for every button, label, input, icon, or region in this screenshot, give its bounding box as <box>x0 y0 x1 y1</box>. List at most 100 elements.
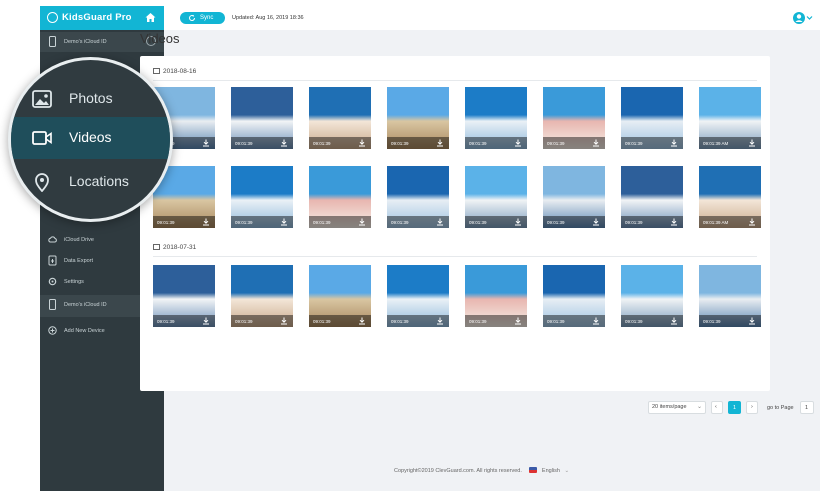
video-duration: 09:01:39 <box>157 319 175 324</box>
video-duration: 09:01:39 <box>703 319 721 324</box>
gear-icon <box>48 277 57 286</box>
download-icon[interactable] <box>436 139 444 147</box>
location-pin-icon <box>35 173 49 192</box>
video-thumbnail[interactable]: 09:01:39 <box>231 265 293 327</box>
page-title: Videos <box>140 31 180 46</box>
divider <box>153 80 757 81</box>
divider <box>153 256 757 257</box>
download-icon[interactable] <box>280 317 288 325</box>
export-icon <box>48 255 57 266</box>
video-thumbnail[interactable]: 09:01:39 <box>699 265 761 327</box>
download-icon[interactable] <box>280 218 288 226</box>
video-duration: 09:01:39 <box>625 220 643 225</box>
download-icon[interactable] <box>358 139 366 147</box>
prev-page-button[interactable]: ‹ <box>711 401 723 414</box>
goto-label: go to Page <box>767 405 794 411</box>
video-thumbnail[interactable]: 09:01:39 <box>231 87 293 149</box>
phone-icon <box>49 299 56 310</box>
sync-button[interactable]: Sync <box>180 12 225 24</box>
date-header: 2018-08-16 <box>153 68 196 75</box>
page-size-select[interactable]: 20 items/page ⌄ <box>648 401 706 415</box>
phone-icon <box>49 36 56 47</box>
photo-icon <box>32 90 52 108</box>
download-icon[interactable] <box>436 317 444 325</box>
sidebar-item-label: Photos <box>69 90 113 106</box>
video-thumbnail[interactable]: 09:01:39 <box>543 265 605 327</box>
sidebar-item-label: Settings <box>64 279 84 285</box>
download-icon[interactable] <box>592 218 600 226</box>
language-select[interactable]: English <box>542 468 560 474</box>
video-thumbnail[interactable]: 09:01:39 <box>387 265 449 327</box>
video-duration: 09:01:39 <box>625 319 643 324</box>
download-icon[interactable] <box>670 317 678 325</box>
download-icon[interactable] <box>748 218 756 226</box>
download-icon[interactable] <box>592 139 600 147</box>
download-icon[interactable] <box>748 139 756 147</box>
page-number-label: 1 <box>733 405 737 411</box>
video-duration: 09:01:39 <box>313 141 331 146</box>
video-duration: 09:01:39 <box>469 220 487 225</box>
date-label: 2018-08-16 <box>163 68 197 75</box>
updated-timestamp: Updated: Aug 16, 2019 18:36 <box>232 15 304 21</box>
download-icon[interactable] <box>514 317 522 325</box>
user-avatar-icon[interactable] <box>792 11 814 25</box>
video-thumbnail[interactable]: 09:01:39 <box>465 87 527 149</box>
video-thumbnail[interactable]: 09:01:39 <box>543 166 605 228</box>
video-duration: 09:01:39 <box>157 220 175 225</box>
video-duration: 09:01:39 <box>547 141 565 146</box>
download-icon[interactable] <box>748 317 756 325</box>
download-icon[interactable] <box>358 218 366 226</box>
sidebar-item-locations[interactable]: Locations <box>11 161 170 203</box>
next-page-button[interactable]: › <box>746 401 758 414</box>
download-icon[interactable] <box>514 139 522 147</box>
video-duration: 09:01:39 <box>235 220 253 225</box>
video-duration: 09:01:39 <box>235 319 253 324</box>
device-label: Demo's iCloud ID <box>64 39 107 45</box>
download-icon[interactable] <box>436 218 444 226</box>
video-thumbnail[interactable]: 09:01:39 <box>309 265 371 327</box>
add-device-label: Add New Device <box>64 328 105 334</box>
video-thumbnail[interactable]: 09:01:39 <box>543 87 605 149</box>
brand-name: KidsGuard Pro <box>62 12 132 23</box>
video-duration: 09:01:39 <box>313 319 331 324</box>
date-label: 2018-07-31 <box>163 244 197 251</box>
video-thumbnail[interactable]: 09:01:39 <box>621 265 683 327</box>
download-icon[interactable] <box>358 317 366 325</box>
video-thumbnail[interactable]: 09:01:39 AM <box>699 87 761 149</box>
date-header: 2018-07-31 <box>153 244 196 251</box>
video-thumbnail[interactable]: 09:01:39 <box>465 265 527 327</box>
us-flag-icon <box>529 467 538 473</box>
video-thumbnail[interactable]: 09:01:39 <box>621 166 683 228</box>
page-number-1[interactable]: 1 <box>728 401 741 414</box>
download-icon[interactable] <box>670 218 678 226</box>
goto-value: 1 <box>805 405 809 411</box>
video-thumbnail[interactable]: 09:01:39 <box>387 166 449 228</box>
chevron-down-icon: ⌄ <box>564 468 570 474</box>
kidsguard-logo-icon <box>47 12 58 23</box>
video-thumbnail[interactable]: 09:01:39 <box>231 166 293 228</box>
video-thumbnail[interactable]: 09:01:39 <box>465 166 527 228</box>
download-icon[interactable] <box>202 317 210 325</box>
download-icon[interactable] <box>280 139 288 147</box>
video-thumbnail[interactable]: 09:01:39 <box>153 265 215 327</box>
download-icon[interactable] <box>514 218 522 226</box>
goto-page-input[interactable]: 1 <box>800 401 814 414</box>
video-thumbnail[interactable]: 09:01:39 <box>309 87 371 149</box>
video-thumbnail[interactable]: 09:01:39 AM <box>699 166 761 228</box>
download-icon[interactable] <box>670 139 678 147</box>
device-label: Demo's iCloud ID <box>64 302 107 308</box>
sidebar-item-videos[interactable]: Videos <box>11 117 170 159</box>
video-thumbnail[interactable]: 09:01:39 <box>309 166 371 228</box>
download-icon[interactable] <box>202 139 210 147</box>
video-icon <box>32 131 52 145</box>
home-icon[interactable] <box>144 11 157 24</box>
sidebar-item-photos[interactable]: Photos <box>11 78 170 120</box>
video-thumbnail[interactable]: 09:01:39 <box>387 87 449 149</box>
video-thumbnail[interactable]: 09:01:39 <box>621 87 683 149</box>
download-icon[interactable] <box>202 218 210 226</box>
sidebar-item-label: Data Export <box>64 258 94 264</box>
download-icon[interactable] <box>592 317 600 325</box>
copyright-text: Copyright©2019 ClevGuard.com. All rights… <box>394 468 522 474</box>
chevron-right-icon: › <box>751 404 753 410</box>
sidebar-header: KidsGuard Pro <box>40 6 164 30</box>
